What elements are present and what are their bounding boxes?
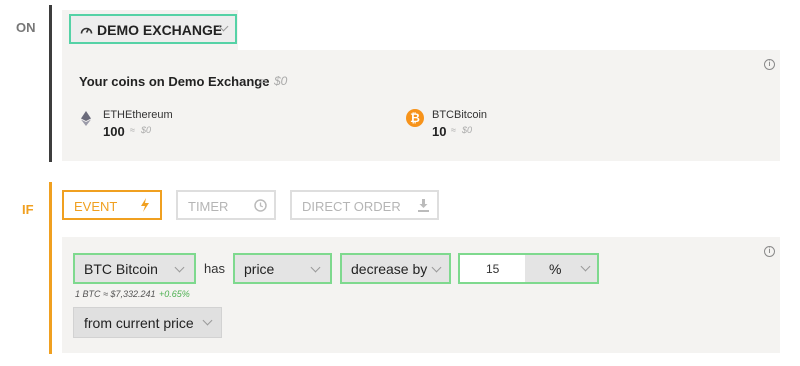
- gauge-icon: [80, 27, 93, 34]
- coin-symbol: ETH: [103, 109, 125, 121]
- reference-select-value: from current price: [84, 315, 194, 331]
- metric-select[interactable]: price: [233, 253, 332, 284]
- direction-select[interactable]: decrease by: [340, 253, 451, 284]
- metric-select-value: price: [244, 261, 275, 277]
- tab-timer-label: TIMER: [188, 199, 229, 214]
- coin-symbol: BTC: [432, 109, 454, 121]
- clock-icon: [254, 199, 267, 212]
- unit-select-value: %: [549, 261, 562, 277]
- coin-approx: ≈: [130, 125, 135, 135]
- direction-select-value: decrease by: [351, 261, 428, 277]
- rate-text: 1 BTC ≈ $7,332.241: [75, 289, 156, 299]
- tab-event[interactable]: EVENT: [62, 190, 162, 220]
- amount-input-value: 15: [486, 262, 500, 276]
- amount-unit-group: 15 %: [458, 253, 599, 284]
- tab-timer[interactable]: TIMER: [176, 190, 276, 220]
- coins-title-value: $0: [274, 74, 288, 88]
- info-icon[interactable]: i: [764, 59, 775, 70]
- has-label: has: [204, 261, 225, 276]
- coin-value: $0: [462, 125, 473, 135]
- on-section-bar: [49, 5, 52, 162]
- tab-direct-order[interactable]: DIRECT ORDER: [290, 190, 439, 220]
- exchange-select-button[interactable]: DEMO EXCHANGE: [69, 14, 237, 44]
- exchange-label: DEMO EXCHANGE: [97, 22, 223, 38]
- download-icon: [418, 199, 429, 212]
- chevron-down-icon: [431, 262, 442, 273]
- amount-input[interactable]: 15: [460, 255, 525, 282]
- unit-select[interactable]: %: [525, 255, 597, 282]
- if-section-bar: [49, 182, 52, 354]
- if-label: IF: [22, 202, 34, 217]
- coin-select-value: BTC Bitcoin: [84, 261, 158, 277]
- coins-panel: i Your coins on Demo Exchange ≈ $0 ETH E…: [62, 50, 780, 161]
- on-label: ON: [16, 20, 36, 35]
- coin-value: $0: [141, 125, 152, 135]
- info-icon[interactable]: i: [764, 246, 775, 257]
- chevron-down-icon: [202, 315, 213, 326]
- coin-approx: ≈: [451, 125, 456, 135]
- coin-item-btc: ₿ BTC Bitcoin 10 ≈ $0: [405, 108, 605, 142]
- coin-name: Ethereum: [125, 109, 173, 121]
- tab-direct-order-label: DIRECT ORDER: [302, 199, 401, 214]
- chevron-down-icon: [310, 262, 321, 273]
- tab-event-label: EVENT: [74, 199, 118, 214]
- coin-item-eth: ETH Ethereum 100 ≈ $0: [79, 108, 279, 142]
- ethereum-icon: [81, 111, 91, 126]
- lightning-icon: [141, 198, 149, 212]
- coins-title-approx: ≈: [259, 74, 266, 88]
- coin-amount: 10: [432, 124, 447, 139]
- coins-title: Your coins on Demo Exchange: [79, 74, 270, 89]
- chevron-down-icon: [580, 261, 591, 272]
- bitcoin-icon: ₿: [406, 109, 424, 127]
- coin-name: Bitcoin: [454, 109, 488, 121]
- reference-select[interactable]: from current price: [73, 307, 222, 338]
- chevron-down-icon: [174, 262, 185, 273]
- coin-select[interactable]: BTC Bitcoin: [73, 253, 196, 284]
- coin-amount: 100: [103, 124, 125, 139]
- rate-change: +0.65%: [159, 289, 190, 299]
